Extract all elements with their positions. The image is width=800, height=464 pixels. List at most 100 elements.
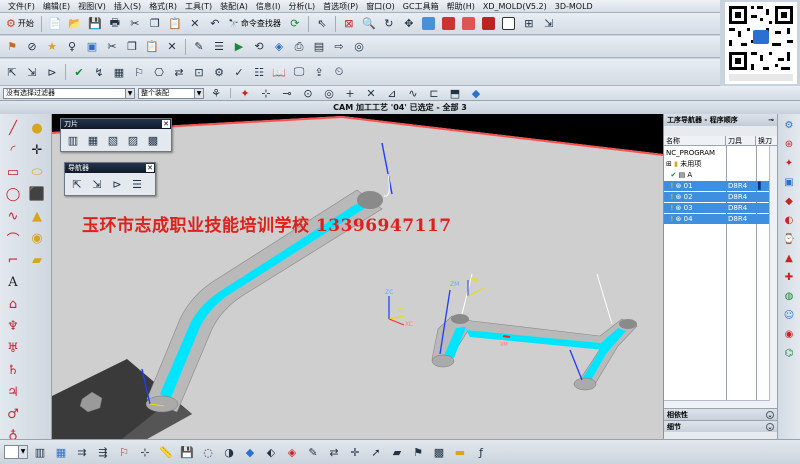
program-view-icon[interactable]: ⇱ [3,63,21,81]
close-icon[interactable]: ✕ [162,120,170,128]
point-icon[interactable]: ✛ [27,140,47,160]
menu-xd-mold[interactable]: XD_MOLD(V5.2) [479,2,551,11]
text-icon[interactable]: A [3,272,23,292]
replay-path-icon[interactable]: ⟲ [250,38,268,56]
arc-icon[interactable]: ◜ [3,140,23,160]
column-name[interactable]: 名称 [664,136,726,145]
column-tool-change[interactable]: 换刀 [756,136,778,145]
expand-icon[interactable]: ⊞ [666,160,672,168]
scope-dropdown[interactable]: 整个装配 ▼ [138,87,204,99]
command-finder-button[interactable]: 🔭 命令查找器 [226,18,284,29]
simulate-icon[interactable]: ◎ [350,38,368,56]
view-dropdown[interactable]: ▼ [4,445,28,459]
snap-quadrant-icon[interactable]: ◎ [320,87,338,100]
save-view-icon[interactable]: 💾 [178,443,196,461]
assign-icon[interactable]: ✓ [230,63,248,81]
create-method-icon[interactable]: ♀ [63,38,81,56]
curve-extract-icon[interactable]: ♂ [3,404,23,424]
transform-object-icon[interactable]: ⇄ [325,443,343,461]
tool-library-icon[interactable]: ▨ [124,132,142,148]
delete-op-icon[interactable]: ✕ [163,38,181,56]
work-layer-icon[interactable]: ⚐ [115,443,133,461]
create-operation-icon[interactable]: ▣ [83,38,101,56]
cylinder-icon[interactable]: ⬭ [27,162,47,182]
tool-path-icon[interactable]: ⎔ [150,63,168,81]
chamfer-icon[interactable]: ⌐ [3,250,23,270]
vertical-scrollbar[interactable] [769,146,777,408]
open-folder-icon[interactable]: 📂 [66,15,84,33]
expression-icon[interactable]: ƒ [472,443,490,461]
shop-doc-icon[interactable]: ▤ [310,38,328,56]
extrude-icon[interactable]: ▰ [27,250,47,270]
menu-preferences[interactable]: 首选项(P) [319,1,362,12]
constraint-navigator-icon[interactable]: ⊛ [781,137,798,152]
output-cls-icon[interactable]: ⇨ [330,38,348,56]
wcs-icon[interactable]: ⇲ [540,15,558,33]
nav-tool-icon[interactable]: ⇲ [88,176,106,192]
copy-icon[interactable]: ❐ [146,15,164,33]
new-file-icon[interactable]: 📄 [46,15,64,33]
object-display-icon[interactable]: ◈ [283,443,301,461]
mill-tool-icon[interactable]: ▥ [64,132,82,148]
measure-icon[interactable]: 📏 [157,443,175,461]
snap-grid-icon[interactable]: ⊹ [136,443,154,461]
drill-tool-icon[interactable]: ▦ [84,132,102,148]
menu-gc-toolkit[interactable]: GC工具箱 [399,1,443,12]
view-front-icon[interactable] [440,15,458,33]
edit-op-icon[interactable]: ✎ [190,38,208,56]
refresh-icon[interactable]: ⟳ [286,15,304,33]
hd3d-tools-icon[interactable]: ◆ [781,194,798,209]
curve-join-icon[interactable]: ♃ [3,382,23,402]
snap-3d-icon[interactable]: ◆ [467,87,485,100]
layer-settings-icon[interactable]: ▦ [52,443,70,461]
snap-solid-icon[interactable]: ⬒ [446,87,464,100]
create-tool-icon[interactable]: ⊘ [23,38,41,56]
nav-geometry-icon[interactable]: ⊳ [108,176,126,192]
datum-icon[interactable]: ⚑ [409,443,427,461]
fit-view-icon[interactable]: ⊠ [340,15,358,33]
grid-icon[interactable]: ▩ [430,443,448,461]
print-icon[interactable]: 🖶 [106,15,124,33]
sphere-icon[interactable]: ◉ [27,228,47,248]
rectangle-icon[interactable]: ▭ [3,162,23,182]
method-icon[interactable]: ⚙ [210,63,228,81]
layout-icon[interactable]: ▥ [31,443,49,461]
tool-holder-icon[interactable]: ▩ [144,132,162,148]
horizontal-scrollbar[interactable] [664,400,770,408]
snap-face-icon[interactable]: ⊿ [383,87,401,100]
menu-analysis[interactable]: 分析(L) [284,1,319,12]
snap-bounded-icon[interactable]: ⊏ [425,87,443,100]
copy-op-icon[interactable]: ❐ [123,38,141,56]
list-icon[interactable]: ☷ [250,63,268,81]
display-icon[interactable]: 🖵 [290,63,308,81]
circle-icon[interactable]: ◯ [3,184,23,204]
tree-row-a[interactable]: ✔ ▤ A [664,170,770,180]
select-icon[interactable]: ⇖ [313,15,331,33]
menu-file[interactable]: 文件(F) [4,1,39,12]
ball-tool-icon[interactable]: ▧ [104,132,122,148]
feed-icon[interactable]: ↯ [90,63,108,81]
close-icon[interactable]: ✕ [146,164,154,172]
geometry-view-icon[interactable]: ⊳ [43,63,61,81]
copy-layer-icon[interactable]: ⇶ [94,443,112,461]
tree-row-unused[interactable]: ⊞ ▮ 未用项 [664,159,770,169]
system-scene-icon[interactable]: ◉ [781,327,798,342]
menu-assembly[interactable]: 装配(A) [216,1,252,12]
tree-row-nc-program[interactable]: NC_PROGRAM [664,148,770,158]
shaded-view-icon[interactable] [420,15,438,33]
process-studio-icon[interactable]: ✚ [781,270,798,285]
paste-icon[interactable]: 📋 [166,15,184,33]
create-geometry-icon[interactable]: ★ [43,38,61,56]
export-icon[interactable]: ⇪ [310,63,328,81]
menu-3d-mold[interactable]: 3D-MOLD [551,2,597,11]
menu-help[interactable]: 帮助(H) [443,1,479,12]
snap-end-icon[interactable]: ⊹ [257,87,275,100]
material-icon[interactable]: ▦ [110,63,128,81]
view-right-icon[interactable] [480,15,498,33]
pin-icon[interactable]: ⊸ [768,116,774,124]
menu-window[interactable]: 窗口(O) [362,1,399,12]
blank-display-icon[interactable]: ◌ [199,443,217,461]
time-icon[interactable]: ⏲ [330,63,348,81]
nav-method-icon[interactable]: ☰ [128,176,146,192]
part-navigator-icon[interactable]: ✦ [781,156,798,171]
